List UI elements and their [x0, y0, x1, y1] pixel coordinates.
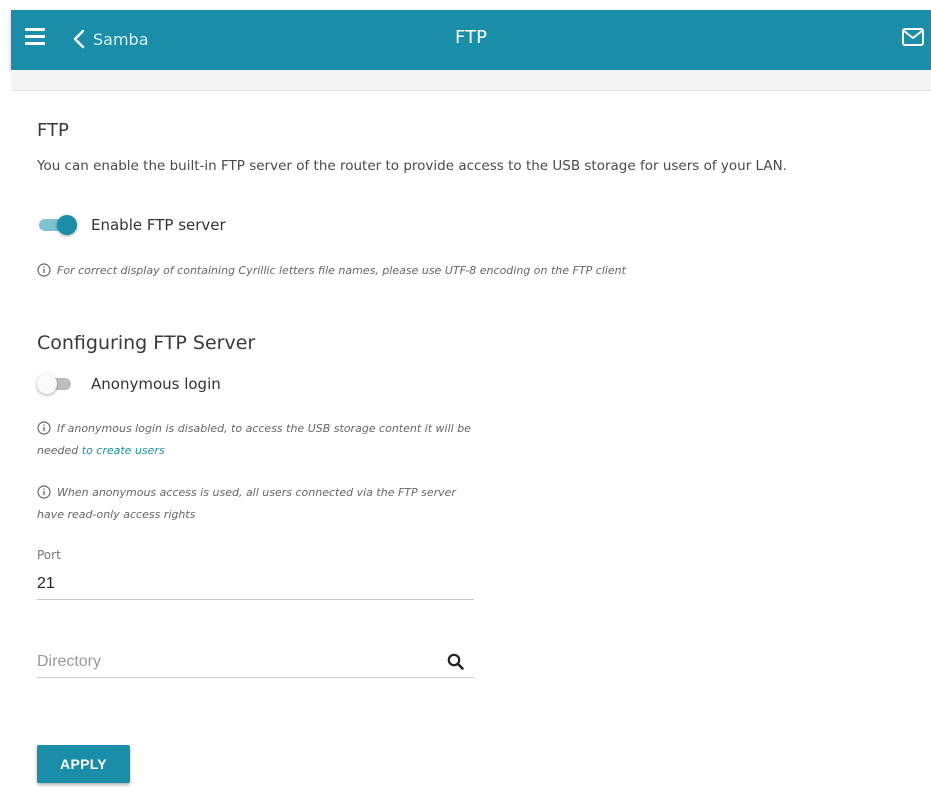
readonly-hint: When anonymous access is used, all users…: [37, 482, 497, 526]
page-title: FTP: [455, 27, 487, 48]
enable-ftp-label: Enable FTP server: [91, 216, 226, 234]
ftp-description: You can enable the built-in FTP server o…: [37, 158, 787, 174]
cyrillic-hint-text: For correct display of containing Cyrill…: [57, 264, 626, 277]
anonymous-login-label: Anonymous login: [91, 375, 221, 393]
directory-input[interactable]: [37, 648, 437, 676]
anonymous-disabled-hint: If anonymous login is disabled, to acces…: [37, 418, 497, 462]
envelope-icon[interactable]: [901, 27, 925, 47]
anonymous-disabled-hint-line2: needed: [37, 444, 79, 457]
section-heading-ftp: FTP: [37, 120, 69, 141]
enable-ftp-toggle-row[interactable]: Enable FTP server: [37, 213, 226, 237]
info-icon: [37, 263, 51, 277]
app-frame: Samba FTP FTP You can enable the built-i…: [11, 10, 931, 807]
port-input[interactable]: [37, 570, 437, 598]
info-icon: [37, 421, 51, 435]
port-label: Port: [37, 548, 61, 562]
header-shadow-bar: [11, 70, 931, 91]
search-icon[interactable]: [446, 652, 466, 672]
directory-field: [37, 648, 474, 678]
readonly-hint-line1: When anonymous access is used, all users…: [57, 486, 456, 499]
apply-button[interactable]: APPLY: [37, 745, 130, 783]
info-icon: [37, 485, 51, 499]
anonymous-disabled-hint-line1: If anonymous login is disabled, to acces…: [57, 422, 471, 435]
anonymous-login-toggle-row[interactable]: Anonymous login: [37, 372, 221, 396]
anonymous-login-switch[interactable]: [37, 374, 77, 394]
section-heading-configuring: Configuring FTP Server: [37, 332, 256, 354]
cyrillic-hint: For correct display of containing Cyrill…: [37, 260, 626, 282]
top-bar: Samba FTP: [11, 10, 931, 70]
port-field: [37, 570, 474, 600]
readonly-hint-line2: have read-only access rights: [37, 508, 196, 521]
enable-ftp-switch[interactable]: [37, 215, 77, 235]
create-users-link[interactable]: to create users: [82, 444, 165, 457]
